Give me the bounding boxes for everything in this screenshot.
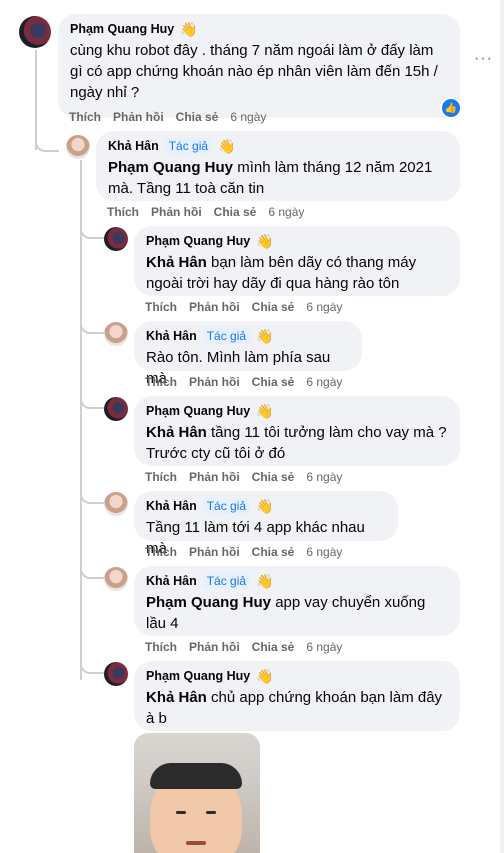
comment-bubble: Phạm Quang Huy 👋 Khả Hân chủ app chứng kh… (134, 661, 460, 731)
reply-button[interactable]: Phản hồi (189, 545, 240, 559)
thread-hook-1 (35, 136, 59, 152)
avatar[interactable] (104, 567, 128, 591)
waving-hand-icon: 👋 (256, 403, 274, 419)
comment-author[interactable]: Phạm Quang Huy (146, 403, 250, 419)
comment-author[interactable]: Phạm Quang Huy (146, 233, 250, 249)
like-button[interactable]: Thích (107, 205, 139, 219)
comment-text: cùng khu robot đây . tháng 7 năm ngoái l… (70, 42, 438, 101)
comment-bubble: Phạm Quang Huy 👋 Khả Hân tầng 11 tôi tưởn… (134, 396, 460, 466)
comment-text: Phạm Quang Huy mình làm tháng 12 năm 202… (108, 159, 433, 197)
mention[interactable]: Phạm Quang Huy (108, 159, 233, 176)
thread-hook-4 (80, 393, 104, 409)
comment-bubble: Phạm Quang Huy 👋 cùng khu robot đây . thá… (58, 14, 460, 118)
mouth-shape (186, 841, 206, 845)
comment-actions: Thích Phản hồi Chia sẻ 6 ngày (69, 110, 266, 124)
thread-hook-6 (80, 563, 104, 579)
comment-text: Khả Hân chủ app chứng khoán bạn làm đây … (146, 689, 443, 727)
waving-hand-icon: 👋 (256, 668, 274, 684)
avatar[interactable] (104, 492, 128, 516)
mention[interactable]: Phạm Quang Huy (146, 594, 271, 611)
thread-hook-7 (80, 658, 104, 674)
reply-button[interactable]: Phản hồi (189, 470, 240, 484)
waving-hand-icon: 👋 (218, 138, 236, 154)
avatar[interactable] (104, 397, 128, 421)
reply-button[interactable]: Phản hồi (189, 300, 240, 314)
comment-text: Khả Hân bạn làm bên dãy có thang máy ngo… (146, 254, 417, 292)
comment-bubble: Khả Hân Tác giả 👋 Tầng 11 làm tới 4 app kh… (134, 491, 398, 557)
comment-actions: Thích Phản hồi Chia sẻ 6 ngày (145, 545, 342, 559)
waving-hand-icon: 👋 (256, 233, 274, 249)
reply-button[interactable]: Phản hồi (189, 640, 240, 654)
share-button[interactable]: Chia sẻ (214, 205, 257, 219)
waving-hand-icon: 👋 (180, 21, 198, 37)
author-badge: Tác giả (202, 498, 251, 514)
comment-author[interactable]: Khả Hân (146, 498, 197, 514)
author-badge: Tác giả (202, 573, 251, 589)
like-button[interactable]: Thích (145, 375, 177, 389)
like-button[interactable]: Thích (145, 470, 177, 484)
avatar[interactable] (104, 227, 128, 251)
mention[interactable]: Khả Hân (146, 254, 207, 271)
share-button[interactable]: Chia sẻ (252, 640, 295, 654)
share-button[interactable]: Chia sẻ (252, 470, 295, 484)
comment-author[interactable]: Khả Hân (146, 573, 197, 589)
comment-bubble: Khả Hân Tác giả 👋 Phạm Quang Huy app vay c… (134, 566, 460, 636)
like-button[interactable]: Thích (69, 110, 101, 124)
timestamp[interactable]: 6 ngày (268, 205, 304, 219)
share-button[interactable]: Chia sẻ (252, 545, 295, 559)
share-button[interactable]: Chia sẻ (252, 375, 295, 389)
timestamp[interactable]: 6 ngày (306, 300, 342, 314)
reply-button[interactable]: Phản hồi (151, 205, 202, 219)
share-button[interactable]: Chia sẻ (176, 110, 219, 124)
comment-actions: Thích Phản hồi Chia sẻ 6 ngày (145, 375, 342, 389)
thread-hook-2 (80, 223, 104, 239)
reply-button[interactable]: Phản hồi (189, 375, 240, 389)
timestamp[interactable]: 6 ngày (306, 470, 342, 484)
timestamp[interactable]: 6 ngày (230, 110, 266, 124)
thread-hook-5 (80, 488, 104, 504)
comment-actions: Thích Phản hồi Chia sẻ 6 ngày (145, 300, 342, 314)
comment-text: Phạm Quang Huy app vay chuyển xuống lầu … (146, 594, 426, 632)
like-button[interactable]: Thích (145, 545, 177, 559)
comment-author[interactable]: Khả Hân (108, 138, 159, 154)
comment-author[interactable]: Khả Hân (146, 328, 197, 344)
avatar[interactable] (104, 662, 128, 686)
comment-actions: Thích Phản hồi Chia sẻ 6 ngày (145, 640, 342, 654)
like-button[interactable]: Thích (145, 640, 177, 654)
eye-right (206, 811, 216, 814)
thread-line-replies (80, 160, 82, 680)
author-badge: Tác giả (202, 328, 251, 344)
timestamp[interactable]: 6 ngày (306, 640, 342, 654)
mention[interactable]: Khả Hân (146, 424, 207, 441)
thumbs-up-icon[interactable]: 👍 (440, 97, 462, 119)
comment-photo[interactable] (134, 733, 260, 853)
thread-hook-3 (80, 318, 104, 334)
comment-text: Khả Hân tầng 11 tôi tưởng làm cho vay mà… (146, 424, 447, 462)
like-button[interactable]: Thích (145, 300, 177, 314)
comment-bubble: Phạm Quang Huy 👋 Khả Hân bạn làm bên dãy … (134, 226, 460, 296)
avatar[interactable] (104, 322, 128, 346)
mention[interactable]: Khả Hân (146, 689, 207, 706)
hair-shape (150, 763, 242, 789)
more-dots-icon[interactable]: ··· (474, 50, 493, 68)
author-badge: Tác giả (164, 138, 213, 154)
comment-author[interactable]: Phạm Quang Huy (146, 668, 250, 684)
comment-author[interactable]: Phạm Quang Huy (70, 21, 174, 37)
waving-hand-icon: 👋 (256, 573, 274, 589)
waving-hand-icon: 👋 (256, 328, 274, 344)
avatar[interactable] (19, 16, 51, 48)
avatar[interactable] (66, 135, 90, 159)
comment-bubble: Khả Hân Tác giả 👋 Phạm Quang Huy mình làm … (96, 131, 460, 201)
comment-bubble: Khả Hân Tác giả 👋 Rào tôn. Mình làm phía s… (134, 321, 362, 387)
timestamp[interactable]: 6 ngày (306, 545, 342, 559)
share-button[interactable]: Chia sẻ (252, 300, 295, 314)
eye-left (176, 811, 186, 814)
thread-line-main (35, 50, 37, 150)
comment-actions: Thích Phản hồi Chia sẻ 6 ngày (107, 205, 304, 219)
scrollbar[interactable] (500, 0, 504, 853)
waving-hand-icon: 👋 (256, 498, 274, 514)
reply-button[interactable]: Phản hồi (113, 110, 164, 124)
timestamp[interactable]: 6 ngày (306, 375, 342, 389)
comment-actions: Thích Phản hồi Chia sẻ 6 ngày (145, 470, 342, 484)
